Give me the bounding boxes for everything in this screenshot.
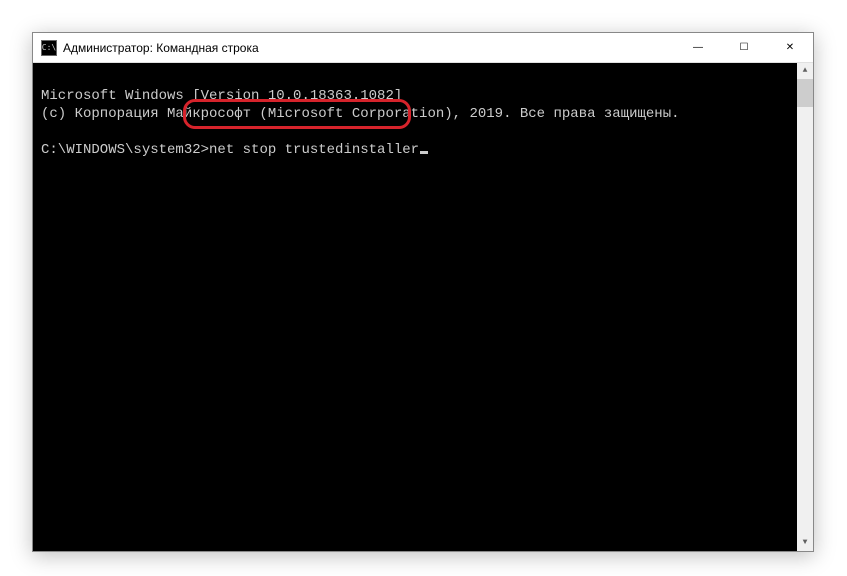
vertical-scrollbar[interactable]: ▲ ▼ <box>797 63 813 551</box>
scroll-down-arrow[interactable]: ▼ <box>797 535 813 551</box>
console-output[interactable]: Microsoft Windows [Version 10.0.18363.10… <box>33 63 813 551</box>
maximize-button[interactable]: ☐ <box>721 33 767 62</box>
cmd-icon: C:\ <box>41 40 57 56</box>
console-line: Microsoft Windows [Version 10.0.18363.10… <box>41 88 402 104</box>
scrollbar-thumb[interactable] <box>797 79 813 107</box>
scroll-up-arrow[interactable]: ▲ <box>797 63 813 79</box>
window-title: Администратор: Командная строка <box>63 41 675 55</box>
console-line: (c) Корпорация Майкрософт (Microsoft Cor… <box>41 106 680 122</box>
command-prompt-window: C:\ Администратор: Командная строка — ☐ … <box>32 32 814 552</box>
prompt-path: C:\WINDOWS\system32> <box>41 142 209 158</box>
typed-command: net stop trustedinstaller <box>209 142 419 158</box>
close-button[interactable]: ✕ <box>767 33 813 62</box>
minimize-button[interactable]: — <box>675 33 721 62</box>
window-controls: — ☐ ✕ <box>675 33 813 62</box>
text-cursor <box>420 151 428 154</box>
titlebar[interactable]: C:\ Администратор: Командная строка — ☐ … <box>33 33 813 63</box>
